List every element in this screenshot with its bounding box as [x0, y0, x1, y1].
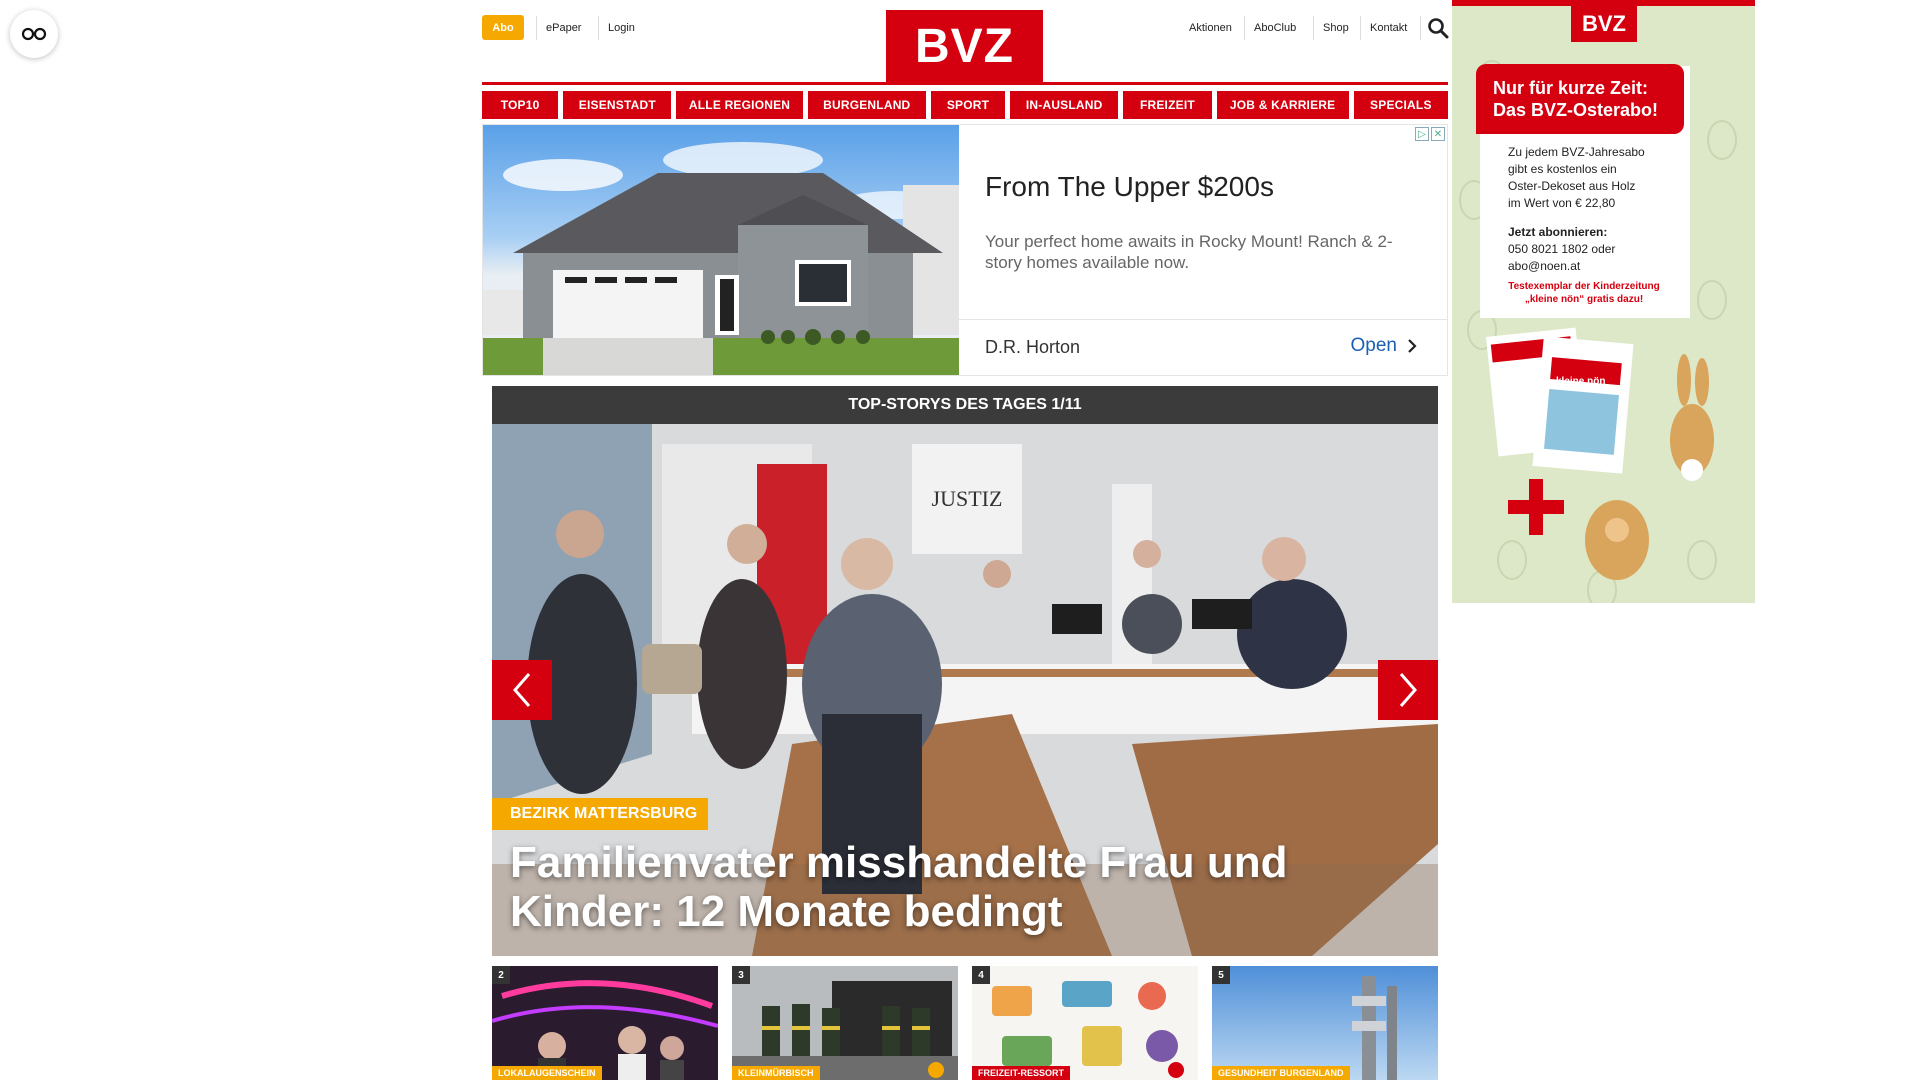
- login-link[interactable]: Login: [598, 16, 644, 40]
- shop-link[interactable]: Shop: [1313, 16, 1358, 40]
- nav-item-top10[interactable]: TOP10: [482, 91, 559, 119]
- sidebar-ad-headline: Nur für kurze Zeit: Das BVZ-Osterabo!: [1476, 64, 1684, 134]
- justiz-sign-text: JUSTIZ: [932, 486, 1003, 511]
- chevron-right-icon: [1399, 673, 1417, 707]
- story-thumb-3[interactable]: 3 KLEINMÜRBISCH: [732, 966, 958, 1080]
- thumb-number: 2: [492, 966, 510, 984]
- thumb-number: 4: [972, 966, 990, 984]
- ad-open-button[interactable]: Open: [1351, 335, 1417, 357]
- epaper-link[interactable]: ePaper: [536, 16, 590, 40]
- abo-button[interactable]: Abo: [482, 15, 524, 40]
- search-icon[interactable]: [1427, 17, 1449, 39]
- nav-item-burgenland[interactable]: BURGENLAND: [807, 91, 926, 119]
- adchoices-icon[interactable]: ▷ ✕: [1415, 127, 1445, 141]
- header-red-line: [482, 82, 1448, 85]
- nav-item-job-karriere[interactable]: JOB & KARRIERE: [1216, 91, 1349, 119]
- ad-advertiser: D.R. Horton: [985, 337, 1081, 357]
- sidebar-ad-cta-title: Jetzt abonnieren:: [1508, 225, 1608, 239]
- sidebar-ad-logo: BVZ: [1571, 6, 1637, 42]
- sidebar-ad-text-3: Oster-Dekoset aus Holz: [1508, 179, 1636, 193]
- story-thumb-4[interactable]: 4 FREIZEIT-RESSORT: [972, 966, 1198, 1080]
- carousel-prev-button[interactable]: [492, 660, 552, 720]
- sidebar-ad-subtext-line2: „kleine nön“ gratis dazu!: [1524, 294, 1644, 305]
- nav-item-sport[interactable]: SPORT: [930, 91, 1006, 119]
- ad-banner[interactable]: ▷ ✕ From The Upper $200s Your perfect hom…: [482, 124, 1448, 376]
- sidebar-ad-phone: 050 8021 1802 oder: [1508, 242, 1616, 256]
- newspaper-label-bvz: BVZ: [1504, 367, 1528, 381]
- sidebar-ad-subtext: Testexemplar der Kinderzeitung „kleine n…: [1496, 280, 1672, 306]
- top-stories-header: TOP-STORYS DES TAGES 1/11: [492, 386, 1438, 424]
- thumb-number: 5: [1212, 966, 1230, 984]
- video-badge-icon: [928, 1062, 944, 1078]
- accessibility-button[interactable]: [10, 10, 58, 58]
- nav-item-in-ausland[interactable]: IN-AUSLAND: [1010, 91, 1119, 119]
- aktionen-link[interactable]: Aktionen: [1180, 16, 1241, 40]
- sidebar-ad-headline-line2: Das BVZ-Osterabo!: [1493, 100, 1659, 120]
- nav-item-eisenstadt[interactable]: EISENSTADT: [563, 91, 672, 119]
- nav-item-alle-regionen[interactable]: ALLE REGIONEN: [676, 91, 803, 119]
- chevron-left-icon: [513, 673, 531, 707]
- chevron-right-icon: [1408, 339, 1417, 353]
- thumb-category: GESUNDHEIT BURGENLAND: [1212, 1066, 1350, 1080]
- kontakt-link[interactable]: Kontakt: [1360, 16, 1416, 40]
- nav-item-freizeit[interactable]: FREIZEIT: [1123, 91, 1212, 119]
- thumb-number: 3: [732, 966, 750, 984]
- ad-open-label: Open: [1350, 335, 1397, 356]
- thumb-category: FREIZEIT-RESSORT: [972, 1066, 1071, 1080]
- sidebar-ad-headline-line1: Nur für kurze Zeit:: [1493, 78, 1649, 98]
- sidebar-ad-text-2: gibt es kostenlos ein: [1508, 162, 1617, 176]
- ad-body: Your perfect home awaits in Rocky Mount!…: [985, 232, 1393, 272]
- sidebar-ad-subtext-line1: Testexemplar der Kinderzeitung: [1508, 281, 1660, 292]
- bvz-logo[interactable]: BVZ: [886, 10, 1043, 83]
- sidebar-ad[interactable]: BVZ kleine nön BVZ Nur für kurze Zeit: D…: [1452, 0, 1755, 603]
- sidebar-ad-text-1: Zu jedem BVZ-Jahresabo: [1508, 145, 1645, 159]
- glasses-icon: [21, 27, 47, 41]
- ad-headline[interactable]: From The Upper $200s: [985, 171, 1274, 203]
- ad-house-image: [483, 125, 959, 375]
- sidebar-ad-text-4: im Wert von € 22,80: [1508, 196, 1616, 210]
- top-story-category[interactable]: BEZIRK MATTERSBURG: [492, 798, 709, 830]
- thumb-category: LOKALAUGENSCHEIN: [492, 1066, 602, 1080]
- story-thumb-5[interactable]: 5 GESUNDHEIT BURGENLAND: [1212, 966, 1438, 1080]
- main-nav: TOP10 EISENSTADT ALLE REGIONEN BURGENLAN…: [482, 91, 1448, 119]
- video-badge-icon: [1168, 1062, 1184, 1078]
- thumb-category: KLEINMÜRBISCH: [732, 1066, 820, 1080]
- header-divider: [1420, 16, 1421, 40]
- story-thumb-2[interactable]: 2 LOKALAUGENSCHEIN: [492, 966, 718, 1080]
- nav-item-specials[interactable]: SPECIALS: [1353, 91, 1448, 119]
- aboclub-link[interactable]: AboClub: [1244, 16, 1305, 40]
- newspaper-label-kleine-non: kleine nön: [1556, 376, 1605, 387]
- sidebar-ad-email: abo@noen.at: [1508, 259, 1581, 273]
- top-story-headline[interactable]: Familienvater misshandelte Frau und Kind…: [510, 838, 1410, 936]
- carousel-next-button[interactable]: [1378, 660, 1438, 720]
- ad-divider: [959, 319, 1447, 320]
